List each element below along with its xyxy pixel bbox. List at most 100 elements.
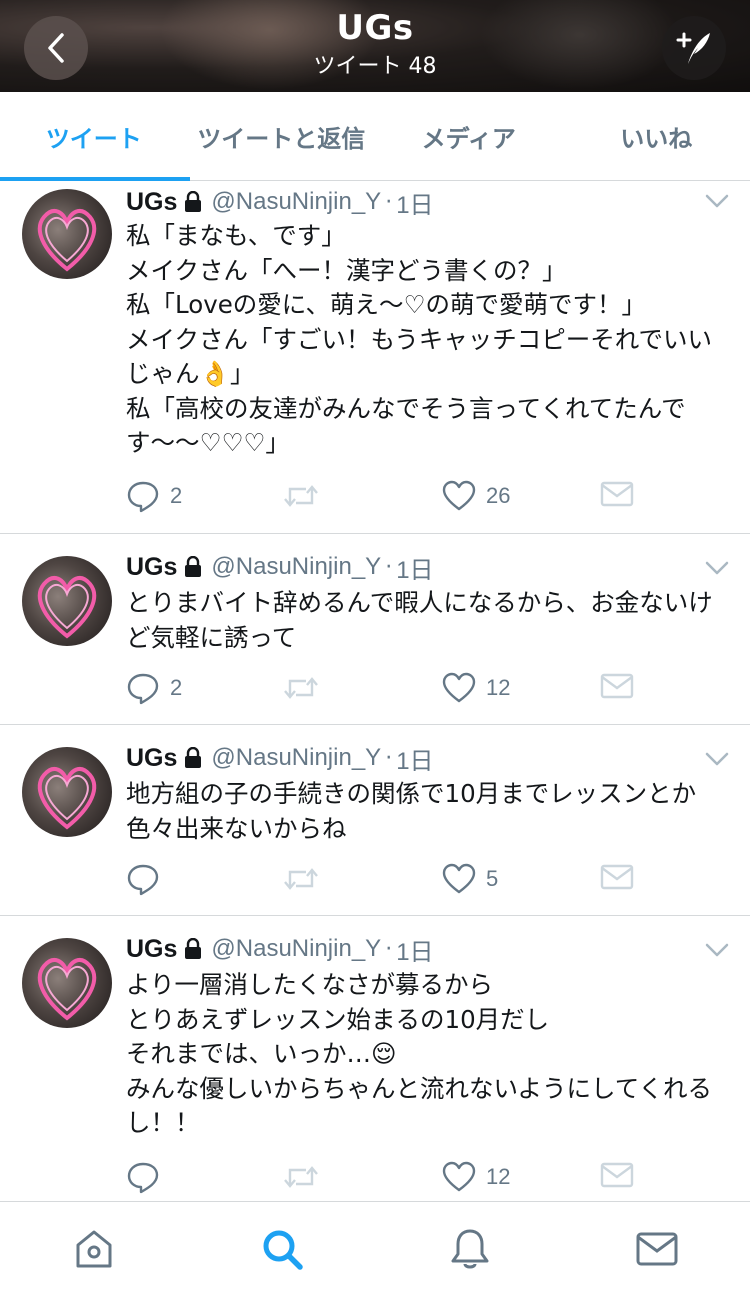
reply-icon [127,481,159,513]
like-count: 26 [486,483,511,508]
tweet-text: 地方組の子の手続きの関係で10月までレッスンとか色々出来ないからね [126,779,697,843]
user-handle[interactable]: @NasuNinjin_Y [211,553,381,581]
tab-label: メディア [421,124,516,153]
retweet-button[interactable] [282,862,330,896]
tweet-header: UGs @NasuNinjin_Y · 1日 [126,550,434,584]
profile-header: UGs ツイート 48 [0,0,750,92]
tweet[interactable]: UGs @NasuNinjin_Y · 1日 とりまバイト辞めるんで暇人になるか… [0,534,750,725]
tab-likes[interactable]: いいね [563,92,750,180]
bottom-tab-bar [0,1201,750,1295]
timestamp[interactable]: 1日 [396,741,433,776]
lock-icon [185,191,202,212]
retweet-icon [284,677,318,699]
reply-button[interactable]: 2 [126,479,182,513]
tweet[interactable]: UGs @NasuNinjin_Y · 1日 より一層消したくなさが募るから と… [0,916,750,1201]
timestamp[interactable]: 1日 [396,550,433,585]
like-button[interactable]: 12 [442,1160,510,1194]
display-name[interactable]: UGs [126,935,177,964]
heart-doodle-icon [37,209,97,272]
heart-icon [442,1161,476,1192]
separator-dot: · [385,189,393,215]
like-button[interactable]: 26 [442,479,510,513]
tweet-header: UGs @NasuNinjin_Y · 1日 [126,932,434,966]
reply-button[interactable] [126,1160,170,1194]
home-icon [76,1230,112,1268]
like-button[interactable]: 5 [442,862,498,896]
display-name[interactable]: UGs [126,744,177,773]
tweet[interactable]: UGs @NasuNinjin_Y · 1日 私「まなも、です」 メイクさん「へ… [0,181,750,534]
separator-dot: · [385,554,393,580]
heart-icon [442,863,476,894]
heart-doodle-icon [37,576,97,639]
display-name[interactable]: UGs [126,188,177,217]
envelope-icon [600,481,634,507]
tweet-header: UGs @NasuNinjin_Y · 1日 [126,741,434,775]
retweet-icon [284,868,318,890]
tab-tweets[interactable]: ツイート [0,92,190,181]
direct-message-button[interactable] [600,671,634,701]
tweet-actions: 2 26 [0,479,750,519]
nav-search[interactable] [259,1226,305,1272]
chevron-down-icon[interactable] [704,751,730,767]
chevron-down-icon[interactable] [704,193,730,209]
like-count: 5 [486,866,499,891]
timestamp[interactable]: 1日 [396,185,433,220]
tweet[interactable]: UGs @NasuNinjin_Y · 1日 地方組の子の手続きの関係で10月ま… [0,725,750,916]
avatar[interactable] [22,556,112,646]
like-count: 12 [486,1164,511,1189]
direct-message-button[interactable] [600,479,634,509]
envelope-icon [600,864,634,890]
timestamp[interactable]: 1日 [396,932,433,967]
retweet-button[interactable] [282,671,330,705]
user-handle[interactable]: @NasuNinjin_Y [211,188,381,216]
like-count: 12 [486,675,511,700]
direct-message-button[interactable] [600,1160,634,1190]
reply-count: 2 [170,483,183,508]
reply-icon [127,673,159,705]
nav-messages[interactable] [634,1226,680,1272]
reply-count: 2 [170,675,183,700]
lock-icon [185,938,202,959]
lock-icon [185,556,202,577]
search-icon [263,1230,303,1270]
tweet-text: 私「まなも、です」 メイクさん「へー！漢字どう書くの？」 私「Loveの愛に、萌… [126,221,713,457]
tweet-feed: UGs @NasuNinjin_Y · 1日 私「まなも、です」 メイクさん「へ… [0,181,750,1201]
compose-tweet-button[interactable] [662,16,726,80]
tab-label: ツイート [45,124,142,153]
retweet-icon [284,1166,318,1188]
chevron-down-icon[interactable] [704,560,730,576]
lock-icon [185,747,202,768]
heart-icon [442,480,476,511]
avatar[interactable] [22,938,112,1028]
reply-button[interactable]: 2 [126,671,182,705]
retweet-button[interactable] [282,1160,330,1194]
separator-dot: · [385,936,393,962]
avatar[interactable] [22,747,112,837]
tab-label: ツイートと返信 [197,124,366,153]
user-handle[interactable]: @NasuNinjin_Y [211,744,381,772]
tab-tweets-and-replies[interactable]: ツイートと返信 [188,92,376,180]
heart-icon [442,672,476,703]
tweet-count: ツイート 48 [313,54,437,79]
separator-dot: · [385,745,393,771]
like-button[interactable]: 12 [442,671,510,705]
user-handle[interactable]: @NasuNinjin_Y [211,935,381,963]
reply-button[interactable] [126,862,170,896]
chevron-down-icon[interactable] [704,942,730,958]
retweet-icon [284,485,318,507]
direct-message-button[interactable] [600,862,634,892]
nav-notifications[interactable] [447,1226,493,1272]
tab-label: いいね [620,124,693,153]
avatar[interactable] [22,189,112,279]
tweet-text: とりまバイト辞めるんで暇人になるから、お金ないけど気軽に誘って [126,588,713,652]
tab-media[interactable]: メディア [375,92,563,180]
compose-tweet-icon [676,32,710,64]
retweet-button[interactable] [282,479,330,513]
tweet-header: UGs @NasuNinjin_Y · 1日 [126,185,434,219]
tweet-actions: 12 [0,1160,750,1200]
messages-envelope-icon [636,1232,678,1266]
nav-home[interactable] [71,1226,117,1272]
display-name[interactable]: UGs [126,553,177,582]
profile-tabs: ツイート ツイートと返信 メディア いいね [0,92,750,181]
notifications-bell-icon [451,1229,489,1269]
